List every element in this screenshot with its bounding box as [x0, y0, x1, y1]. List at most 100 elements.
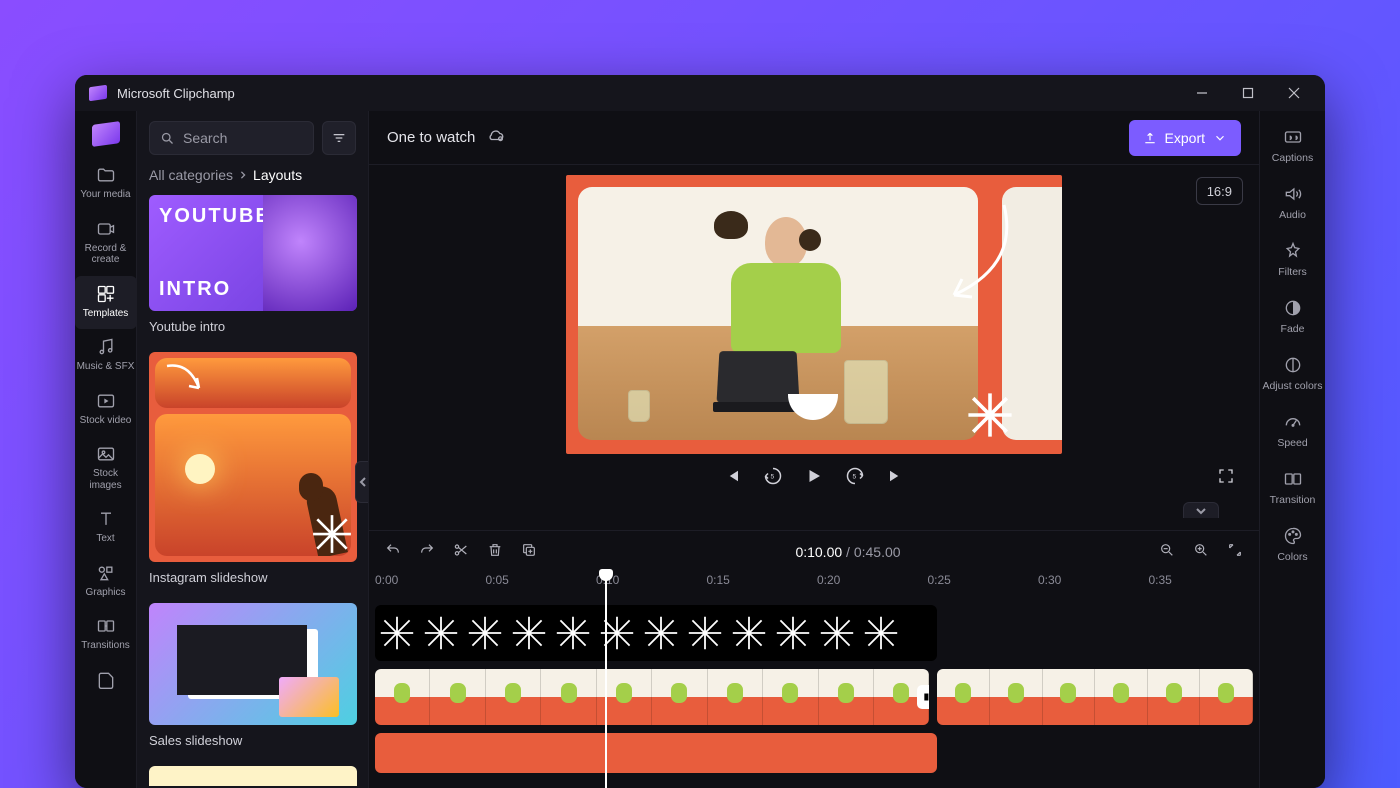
template-card-extra[interactable]: [149, 766, 356, 786]
template-label: Sales slideshow: [149, 733, 356, 748]
clip-video-1[interactable]: [375, 669, 929, 725]
track-background[interactable]: [375, 733, 1253, 773]
prop-transition[interactable]: Transition: [1260, 461, 1326, 518]
export-label: Export: [1165, 130, 1205, 146]
rail-label: Transitions: [81, 640, 130, 652]
template-card-sales-slideshow[interactable]: QUICK SLIDESHOW Sales slideshow: [149, 603, 356, 760]
rail-item-graphics[interactable]: Graphics: [75, 555, 137, 609]
prop-speed[interactable]: Speed: [1260, 404, 1326, 461]
arrow-icon: [914, 195, 1024, 320]
delete-button[interactable]: [487, 542, 503, 563]
prop-label: Fade: [1281, 323, 1305, 335]
redo-button[interactable]: [419, 542, 435, 563]
video-preview[interactable]: [566, 175, 1062, 454]
zoom-in-button[interactable]: [1193, 542, 1209, 563]
filter-button[interactable]: [322, 121, 356, 155]
template-thumbnail: [149, 352, 357, 562]
transition-marker-icon[interactable]: [917, 685, 929, 709]
prop-label: Speed: [1277, 437, 1307, 449]
collapse-panel-button[interactable]: [355, 461, 369, 503]
prop-fade[interactable]: Fade: [1260, 290, 1326, 347]
thumb-text: INTRO: [159, 278, 253, 301]
timeline-collapse-button[interactable]: [1183, 502, 1219, 518]
breadcrumb-root[interactable]: All categories: [149, 167, 233, 183]
rail-label: Record & create: [77, 243, 135, 266]
clip-video-2[interactable]: [937, 669, 1253, 725]
track-overlay[interactable]: [375, 605, 1253, 661]
rail-item-templates[interactable]: Templates: [75, 276, 137, 330]
template-card-instagram-slideshow[interactable]: Instagram slideshow: [149, 352, 356, 597]
prop-filters[interactable]: Filters: [1260, 233, 1326, 290]
timeline-ruler[interactable]: 0:00 0:05 0:10 0:15 0:20 0:25 0:30 0:35: [369, 573, 1259, 599]
timeline-tracks[interactable]: [369, 599, 1259, 788]
rewind-5-button[interactable]: 5: [763, 466, 783, 491]
ruler-tick: 0:10: [596, 573, 707, 599]
track-video[interactable]: [375, 669, 1253, 725]
rail-label: Music & SFX: [77, 361, 135, 373]
timeline: 0:10.00 / 0:45.00 0:00 0:05 0:10 0:15: [369, 530, 1259, 788]
current-time: 0:10.00: [795, 544, 842, 560]
prop-colors[interactable]: Colors: [1260, 518, 1326, 575]
aspect-ratio-button[interactable]: 16:9: [1196, 177, 1243, 205]
rail-item-text[interactable]: Text: [75, 501, 137, 555]
search-placeholder: Search: [183, 130, 227, 146]
skip-start-button[interactable]: [723, 467, 741, 490]
clip-sparkle-overlay[interactable]: [375, 605, 937, 661]
forward-5-button[interactable]: 5: [845, 466, 865, 491]
fullscreen-button[interactable]: [1217, 467, 1235, 490]
rail-item-your-media[interactable]: Your media: [75, 157, 137, 211]
search-icon: [160, 131, 175, 146]
prop-audio[interactable]: Audio: [1260, 176, 1326, 233]
undo-button[interactable]: [385, 542, 401, 563]
template-thumbnail: YOUTUBE INTRO: [149, 195, 357, 311]
export-button[interactable]: Export: [1129, 120, 1241, 156]
playhead[interactable]: [605, 571, 607, 788]
search-input[interactable]: Search: [149, 121, 314, 155]
rail-item-music-sfx[interactable]: Music & SFX: [75, 329, 137, 383]
project-title[interactable]: One to watch: [387, 129, 475, 146]
editor-topbar: One to watch Export: [369, 111, 1259, 165]
aspect-label: 16:9: [1207, 184, 1232, 199]
prop-label: Adjust colors: [1262, 380, 1322, 392]
chevron-down-icon: [1213, 131, 1227, 145]
timeline-toolbar: 0:10.00 / 0:45.00: [369, 531, 1259, 573]
template-card-youtube-intro[interactable]: YOUTUBE INTRO Youtube intro: [149, 195, 356, 346]
ruler-tick: 0:20: [817, 573, 928, 599]
play-button[interactable]: [805, 466, 823, 491]
breadcrumb-current: Layouts: [253, 167, 302, 183]
canvas-area: 16:9 5: [369, 165, 1259, 530]
cloud-sync-button[interactable]: [487, 126, 505, 149]
titlebar: Microsoft Clipchamp: [75, 75, 1325, 111]
rail-label: Stock video: [80, 415, 132, 427]
maximize-button[interactable]: [1225, 75, 1271, 111]
ruler-tick: 0:15: [707, 573, 818, 599]
prop-adjust-colors[interactable]: Adjust colors: [1260, 347, 1326, 404]
close-button[interactable]: [1271, 75, 1317, 111]
split-button[interactable]: [453, 542, 469, 563]
template-thumbnail: QUICK SLIDESHOW: [149, 603, 357, 725]
brand-logo-icon[interactable]: [92, 121, 120, 147]
zoom-out-button[interactable]: [1159, 542, 1175, 563]
minimize-button[interactable]: [1179, 75, 1225, 111]
rail-item-record-create[interactable]: Record & create: [75, 211, 137, 276]
skip-end-button[interactable]: [887, 467, 905, 490]
prop-captions[interactable]: Captions: [1260, 119, 1326, 176]
prop-label: Captions: [1272, 152, 1313, 164]
upload-icon: [1143, 131, 1157, 145]
svg-text:5: 5: [771, 473, 775, 480]
timeline-timecode: 0:10.00 / 0:45.00: [555, 544, 1141, 560]
zoom-fit-button[interactable]: [1227, 542, 1243, 563]
chevron-right-icon: [239, 171, 247, 179]
clip-background[interactable]: [375, 733, 937, 773]
playback-controls: 5 5: [389, 454, 1239, 502]
duplicate-button[interactable]: [521, 542, 537, 563]
sparkle-icon: [311, 513, 353, 560]
rail-item-transitions[interactable]: Transitions: [75, 608, 137, 662]
rail-item-stock-images[interactable]: Stock images: [75, 436, 137, 501]
template-label: Instagram slideshow: [149, 570, 356, 585]
sparkle-icon: [966, 391, 1014, 444]
prop-label: Audio: [1279, 209, 1306, 221]
prop-label: Filters: [1278, 266, 1307, 278]
rail-item-more[interactable]: [75, 662, 137, 704]
rail-item-stock-video[interactable]: Stock video: [75, 383, 137, 437]
